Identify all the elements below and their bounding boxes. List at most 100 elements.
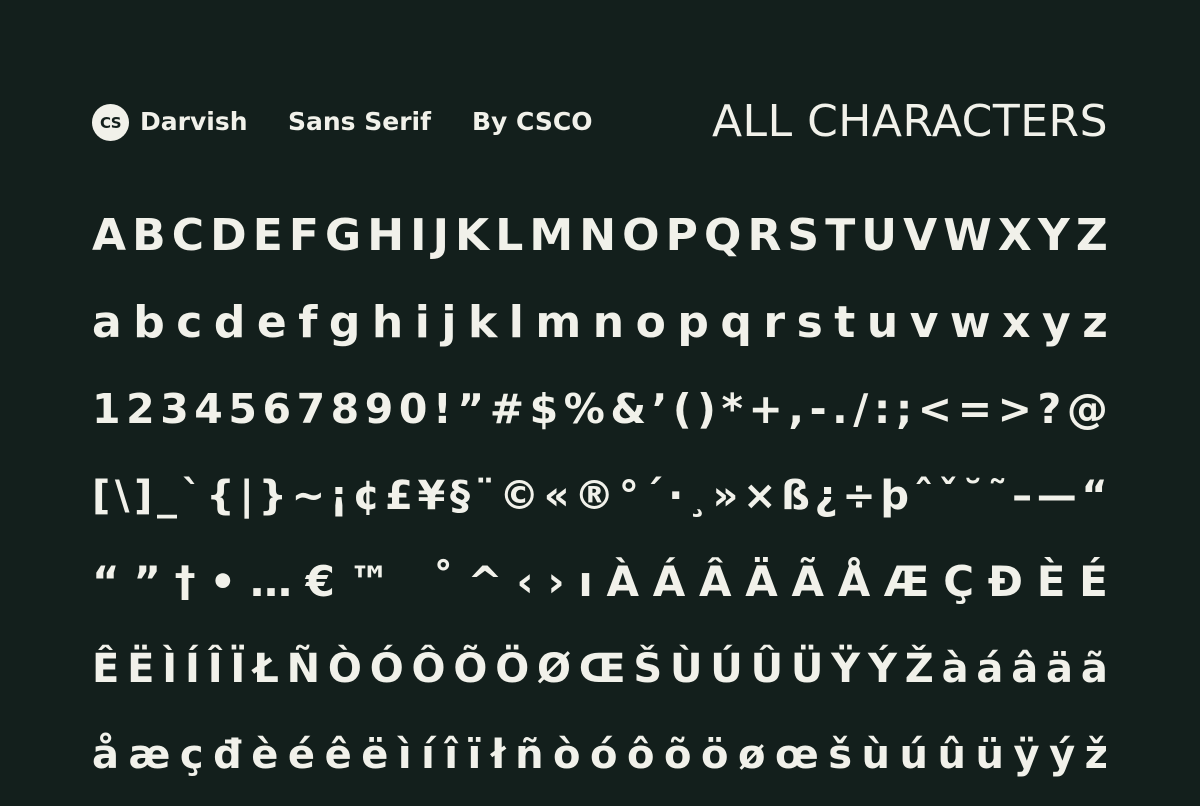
glyph: # (489, 385, 525, 433)
glyph: ý (1049, 732, 1076, 778)
glyph-row-symbols-accented-upper: “ ” † •… € ™ ˚ ^ ‹ › ı À Á Â Ä Ã Å Æ Ç Đ È É (92, 546, 1108, 618)
glyph: ˜ (987, 472, 1008, 519)
glyph: C (171, 210, 205, 261)
logo-badge: CS (92, 104, 129, 141)
glyph: j (441, 296, 457, 348)
glyph: K (455, 210, 490, 261)
glyph: U (861, 210, 898, 261)
glyph: ï (467, 732, 482, 778)
glyph: ó (590, 732, 618, 778)
glyph: E (252, 210, 283, 261)
glyph: I (410, 210, 427, 261)
glyph (404, 546, 419, 618)
glyph: 9 (364, 385, 394, 433)
glyph: + (748, 385, 783, 433)
glyph: 0 (398, 385, 428, 433)
glyph: / (853, 385, 869, 433)
glyph: • (209, 557, 237, 606)
glyph: â (1011, 645, 1039, 692)
glyph: . (832, 385, 848, 433)
glyph: O (622, 210, 660, 261)
glyph-row-lowercase: abcdefghijklmnopqrstuvwxyz (92, 287, 1108, 359)
glyph: é (287, 732, 316, 778)
glyph: @ (1066, 385, 1108, 433)
glyph: T (825, 210, 856, 261)
glyph: — (1036, 472, 1077, 519)
glyph: û (937, 732, 966, 778)
glyph: ô (627, 732, 655, 778)
glyph: ¥ (417, 472, 446, 519)
glyph: Q (703, 210, 742, 261)
glyph: \ (114, 472, 130, 519)
glyph: 1 (92, 385, 121, 433)
glyph: Ò (327, 645, 362, 692)
glyph: ¨ (474, 472, 495, 519)
glyph: – (1012, 472, 1033, 519)
glyph: 7 (296, 385, 326, 433)
glyph: è (251, 732, 279, 778)
glyph: ” (133, 557, 161, 606)
glyph: Ÿ (831, 645, 861, 692)
glyph: k (467, 296, 498, 348)
glyph: á (976, 645, 1004, 692)
glyph: Ł (253, 645, 279, 692)
glyph: R (747, 210, 782, 261)
glyph: < (917, 385, 953, 433)
glyph: ø (737, 732, 766, 778)
glyph-row-accented-lower: åæçđèéêëìíîïłñòóôõöøœšùúûüÿýž (92, 719, 1108, 791)
glyph: À (606, 557, 640, 606)
glyph: & (610, 385, 647, 433)
glyph: _ (157, 472, 177, 519)
glyph: ˘ (962, 472, 983, 519)
glyph: ñ (515, 732, 544, 778)
designer-credit: By CSCO (472, 107, 593, 136)
glyph: N (579, 210, 617, 261)
glyph: ’ (651, 385, 668, 433)
glyph: w (949, 296, 991, 348)
glyph: ù (861, 732, 891, 778)
font-style-label: Sans Serif (288, 107, 431, 136)
glyph: o (635, 296, 666, 348)
glyph: Û (750, 645, 784, 692)
glyph: ‹ (516, 557, 534, 606)
font-name: Darvish (140, 107, 248, 136)
glyph: % (563, 385, 605, 433)
glyph: - (809, 385, 827, 433)
glyph: v (909, 296, 939, 348)
glyph: 3 (160, 385, 189, 433)
glyph: V (903, 210, 938, 261)
glyph: d (213, 296, 246, 348)
glyph: H (367, 210, 405, 261)
glyph: A (92, 210, 127, 261)
glyph: € (305, 557, 335, 606)
page-title: ALL CHARACTERS (711, 96, 1108, 147)
glyph: Š (633, 645, 663, 692)
glyph: … (249, 557, 292, 606)
glyph: ´ (643, 472, 664, 519)
glyph: G (325, 210, 362, 261)
glyph: ; (895, 385, 913, 433)
glyph: í (421, 732, 435, 778)
glyph: › (547, 557, 565, 606)
glyph: Ž (904, 645, 934, 692)
glyph: ã (1080, 645, 1108, 692)
glyph: Ä (745, 557, 778, 606)
glyph: $ (529, 385, 559, 433)
glyph: X (997, 210, 1032, 261)
glyph: þ (880, 472, 910, 519)
glyph: 4 (194, 385, 223, 433)
glyph: å (92, 732, 119, 778)
header: CS Darvish Sans Serif By CSCO ALL CHARAC… (92, 96, 1108, 152)
glyph: Ï (230, 645, 246, 692)
glyph: Õ (453, 645, 488, 692)
glyph: Â (698, 557, 732, 606)
glyph: ~ (291, 472, 326, 519)
glyph: “ (1081, 472, 1108, 519)
glyph: Ã (791, 557, 824, 606)
glyph: œ (774, 732, 819, 778)
glyph: b (133, 296, 165, 348)
glyph: | (239, 472, 254, 519)
glyph: “ (92, 557, 120, 606)
glyph: Æ (883, 557, 930, 606)
glyph: ì (397, 732, 412, 778)
